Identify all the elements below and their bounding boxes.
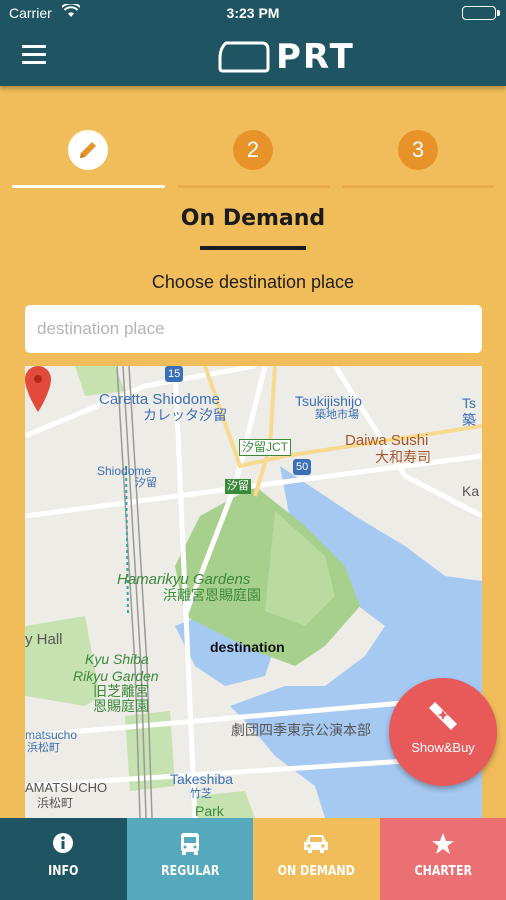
- map-label-hamamatsucho-jp: 浜松町: [37, 796, 74, 810]
- map-label-takeshiba: Takeshiba: [170, 771, 234, 787]
- bus-icon: [127, 832, 254, 856]
- star-icon: [380, 832, 506, 856]
- title-underline: [200, 246, 306, 250]
- info-icon: [0, 832, 127, 854]
- map-label-hamarikyu: Hamarikyu Gardens: [117, 571, 251, 588]
- map-label-ts-jp: 築: [462, 412, 476, 428]
- bus-logo-icon: [218, 41, 270, 73]
- tab-on-demand-label: ON DEMAND: [277, 864, 355, 879]
- menu-icon[interactable]: [22, 45, 46, 65]
- road-sign-15: 15: [168, 368, 181, 380]
- header: PRT: [0, 26, 506, 86]
- tab-bar: INFO REGULAR ON DEMAND CHARTER: [0, 818, 506, 900]
- pencil-icon: [80, 142, 96, 158]
- map-label-shiodome2-jp: 汐留: [225, 479, 251, 494]
- map-label-hall: y Hall: [25, 631, 63, 648]
- show-and-buy-label: Show&Buy: [411, 740, 475, 755]
- battery-icon: [462, 6, 500, 20]
- ticket-icon: [429, 702, 457, 730]
- map-label-tsukijishijo-jp: 築地市場: [315, 409, 359, 421]
- map-label-ka: Ka: [462, 483, 480, 499]
- map-label-tsukijishijo: Tsukijishijo: [295, 393, 362, 409]
- tab-regular-label: REGULAR: [160, 864, 219, 879]
- map-label-shiki: 劇団四季東京公演本部: [231, 722, 371, 738]
- show-and-buy-button[interactable]: Show&Buy: [389, 678, 497, 786]
- map-label-kyushiba-jp: 旧芝離宮: [93, 683, 149, 699]
- status-time: 3:23 PM: [226, 5, 280, 21]
- step-2[interactable]: 2: [233, 130, 273, 170]
- map-label-ts: Ts: [462, 395, 476, 411]
- tab-regular[interactable]: REGULAR: [126, 818, 254, 900]
- map-label-caretta-jp: カレッタ汐留: [143, 407, 227, 423]
- page-title: On Demand: [180, 206, 326, 231]
- map-label-hamamatsucho: AMATSUCHO: [25, 780, 108, 795]
- step-1-indicator: [12, 185, 165, 188]
- road-sign-50: 50: [296, 461, 309, 473]
- page-subtitle: Choose destination place: [151, 272, 355, 292]
- tab-charter-label: CHARTER: [413, 864, 472, 879]
- tab-info-label: INFO: [48, 864, 79, 879]
- map-pin-icon[interactable]: [25, 366, 51, 412]
- map-label-hamarikyu-jp: 浜離宮恩賜庭園: [163, 587, 261, 603]
- map-label-kyushiba-2: Rikyu Garden: [73, 668, 159, 684]
- map-label-matsucho-jp: 浜松町: [27, 742, 60, 754]
- map-label-park: Park: [195, 803, 224, 819]
- tab-on-demand[interactable]: ON DEMAND: [253, 818, 380, 900]
- step-3[interactable]: 3: [398, 130, 438, 170]
- map-label-kyushiba: Kyu Shiba: [85, 651, 149, 667]
- map-label-shiodome-jct: 汐留JCT: [239, 439, 291, 456]
- map-label-destination: destination: [210, 639, 285, 655]
- step-3-indicator: [342, 185, 494, 188]
- car-icon: [253, 832, 380, 854]
- destination-input[interactable]: [25, 305, 482, 353]
- map-label-caretta: Caretta Shiodome: [99, 391, 220, 408]
- step-2-indicator: [177, 185, 330, 188]
- tab-info[interactable]: INFO: [0, 818, 127, 900]
- tab-charter[interactable]: CHARTER: [379, 818, 506, 900]
- map-label-kyushiba-jp2: 恩賜庭園: [93, 698, 149, 714]
- map-label-daiwa-jp: 大和寿司: [375, 449, 431, 465]
- step-1-edit[interactable]: [68, 130, 108, 170]
- logo-text: PRT: [276, 37, 355, 77]
- status-bar: Carrier 3:23 PM: [0, 0, 506, 26]
- app-logo: PRT: [218, 37, 355, 77]
- map-label-shiodome-jp: 汐留: [135, 477, 157, 489]
- map-label-daiwa: Daiwa Sushi: [345, 432, 429, 449]
- map-label-takeshiba-jp: 竹芝: [190, 788, 212, 800]
